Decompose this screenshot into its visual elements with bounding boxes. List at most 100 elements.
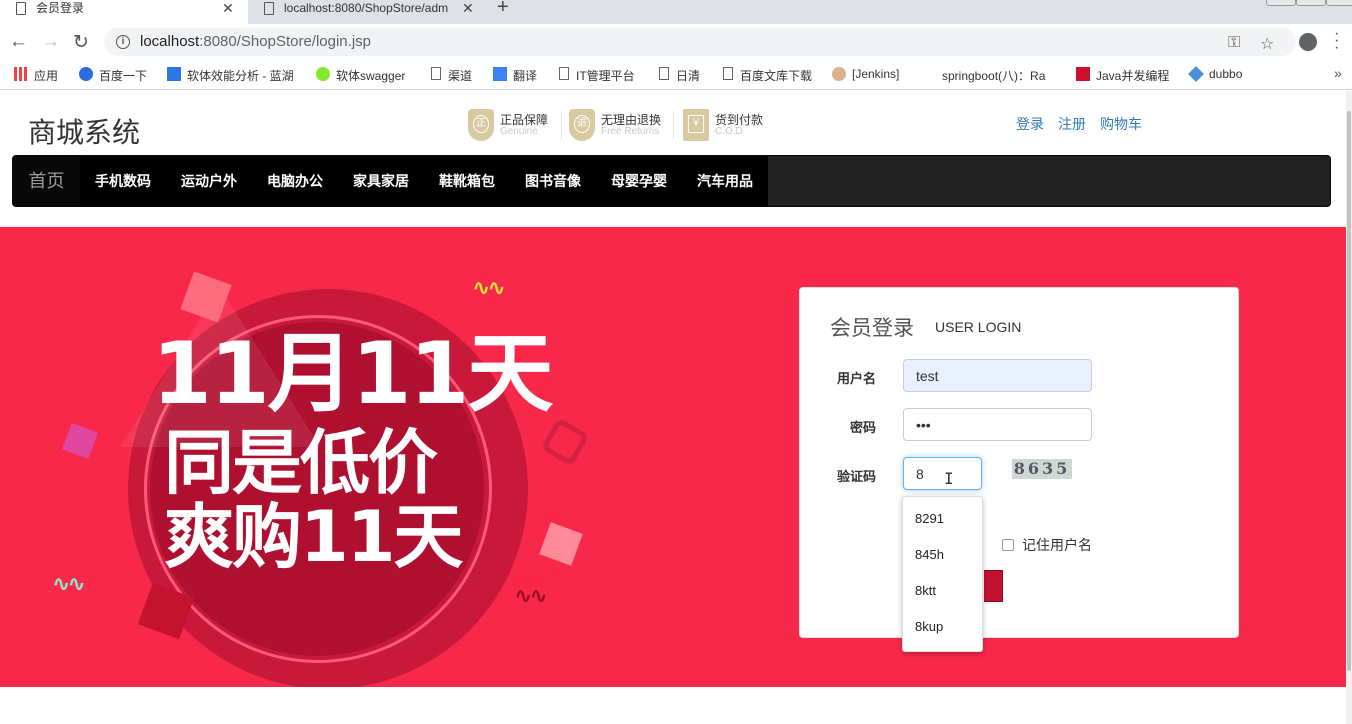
- bookmark-label: Java并发编程: [1096, 69, 1170, 83]
- zigzag-decor: ∿∿: [472, 275, 506, 300]
- page-icon: [723, 67, 733, 80]
- swagger-icon: [316, 67, 330, 81]
- maximize-button[interactable]: [1296, 0, 1326, 6]
- bookmark-label: [Jenkins]: [852, 67, 900, 81]
- close-icon[interactable]: ✕: [222, 0, 234, 17]
- browser-menu-icon[interactable]: · · ·: [1334, 26, 1339, 56]
- captcha-input[interactable]: [903, 457, 982, 490]
- site-logo[interactable]: 商城系统: [28, 111, 140, 151]
- remember-checkbox[interactable]: [1002, 539, 1014, 551]
- bookmark-java[interactable]: Java并发编程: [1076, 67, 1170, 84]
- page-scrollbar[interactable]: [1346, 91, 1352, 724]
- promo-banner: ∿∿ ∿∿ ∿∿ 11月11天 同是低价 爽购11天 会员登录 USER LOG…: [0, 227, 1346, 687]
- new-tab-icon[interactable]: +: [497, 0, 509, 19]
- address-bar[interactable]: i localhost:8080/ShopStore/login.jsp ⚿ ☆: [104, 28, 1296, 56]
- promo-line-3: 爽购11天: [164, 496, 463, 578]
- translate-icon: [493, 67, 507, 81]
- bookmark-translate[interactable]: 翻译: [493, 67, 538, 84]
- gift-glyph: ￥: [688, 115, 704, 133]
- back-arrow-icon[interactable]: ←: [9, 31, 28, 53]
- cart-link[interactable]: 购物车: [1100, 114, 1142, 134]
- page-icon: [431, 67, 441, 80]
- divider: [673, 111, 674, 139]
- apps-grid-icon: [14, 67, 28, 81]
- url-host: localhost: [140, 33, 200, 50]
- autocomplete-option[interactable]: 8kup: [915, 619, 943, 634]
- autocomplete-option[interactable]: 8ktt: [915, 583, 936, 598]
- bookmark-springboot[interactable]: springboot(八)：Ra: [942, 67, 1054, 84]
- bookmark-apps[interactable]: 应用: [14, 67, 58, 84]
- nav-item-office[interactable]: 电脑办公: [267, 156, 323, 206]
- captcha-image[interactable]: 8635: [1012, 459, 1072, 479]
- cube-shape: [539, 522, 583, 566]
- nav-item-baby[interactable]: 母婴孕婴: [611, 156, 667, 206]
- star-icon[interactable]: ☆: [1260, 34, 1274, 54]
- key-icon[interactable]: ⚿: [1228, 34, 1240, 52]
- shield-icon: 退: [569, 109, 595, 141]
- bookmark-jenkins[interactable]: [Jenkins]: [832, 67, 900, 81]
- profile-avatar-icon[interactable]: [1299, 33, 1317, 51]
- bookmark-label: 百度一下: [99, 69, 148, 83]
- bookmark-wenku[interactable]: 百度文库下载: [723, 67, 813, 84]
- promise-subtitle: Free Returns: [601, 126, 660, 137]
- captcha-label: 验证码: [836, 469, 876, 484]
- minimize-button[interactable]: [1266, 0, 1296, 6]
- csdn-icon: [1076, 67, 1090, 81]
- bookmark-dubbo[interactable]: dubbo: [1188, 66, 1243, 82]
- reload-icon[interactable]: ↻: [73, 31, 89, 54]
- login-title: 会员登录: [830, 317, 914, 340]
- divider: [561, 111, 562, 139]
- promise-subtitle: Genuine: [500, 126, 538, 137]
- login-link[interactable]: 登录: [1016, 114, 1044, 134]
- nav-item-books[interactable]: 图书音像: [525, 156, 581, 206]
- nav-item-furniture[interactable]: 家具家居: [353, 156, 409, 206]
- promo-line-2: 同是低价: [164, 422, 438, 504]
- bookmark-baidu[interactable]: 百度一下: [79, 67, 148, 84]
- window-close-button[interactable]: [1326, 0, 1352, 6]
- bookmark-swagger[interactable]: 软体swagger: [316, 67, 405, 84]
- bookmark-it-platform[interactable]: IT管理平台: [559, 67, 635, 84]
- lanhu-icon: [167, 67, 181, 81]
- nav-home[interactable]: 首页: [13, 156, 80, 206]
- promo-headline: 11月11天: [152, 324, 553, 424]
- nav-item-auto[interactable]: 汽车用品: [697, 156, 753, 206]
- cube-shape: [62, 423, 98, 459]
- text-cursor-icon: I: [944, 469, 954, 488]
- site-info-icon[interactable]: i: [116, 35, 130, 49]
- nav-categories: 手机数码 运动户外 电脑办公 家具家居 鞋靴箱包 图书音像 母婴孕婴 汽车用品: [80, 156, 768, 206]
- tab-member-login[interactable]: 会员登录 ✕: [0, 0, 248, 24]
- bookmark-label: dubbo: [1209, 67, 1243, 81]
- tab-admin[interactable]: localhost:8080/ShopStore/adm ✕: [248, 0, 484, 24]
- login-subtitle: USER LOGIN: [935, 319, 1022, 335]
- autocomplete-option[interactable]: 845h: [915, 547, 944, 562]
- page-icon: [559, 67, 569, 80]
- nav-item-outdoor[interactable]: 运动户外: [181, 156, 237, 206]
- bookmark-lanhu[interactable]: 软体效能分析 - 蓝湖: [167, 67, 294, 84]
- nav-item-shoes-bags[interactable]: 鞋靴箱包: [439, 156, 495, 206]
- shield-glyph: 正: [473, 115, 489, 133]
- bookmarks-overflow-icon[interactable]: »: [1334, 65, 1342, 81]
- hexagon-shape: [540, 417, 590, 467]
- category-navbar: 首页 手机数码 运动户外 电脑办公 家具家居 鞋靴箱包 图书音像 母婴孕婴 汽车…: [12, 155, 1331, 207]
- web-page: 商城系统 正 正品保障 Genuine 退 无理由退换 Free Returns…: [0, 91, 1346, 724]
- register-link[interactable]: 注册: [1058, 114, 1086, 134]
- login-submit-button[interactable]: [984, 570, 1003, 602]
- captcha-autocomplete-dropdown: 8291 845h 8ktt 8kup: [902, 496, 983, 652]
- username-input[interactable]: [903, 359, 1092, 392]
- forward-arrow-icon[interactable]: →: [41, 31, 60, 53]
- scrollbar-thumb[interactable]: [1347, 111, 1351, 671]
- nav-item-digital[interactable]: 手机数码: [95, 156, 151, 206]
- bookmark-label: 日清: [676, 69, 701, 83]
- bookmark-daily[interactable]: 日清: [659, 67, 701, 84]
- autocomplete-option[interactable]: 8291: [915, 511, 944, 526]
- bookmark-label: 百度文库下载: [740, 69, 813, 83]
- bookmark-channel[interactable]: 渠道: [431, 67, 472, 84]
- close-icon[interactable]: ✕: [462, 0, 474, 17]
- browser-tab-strip: 会员登录 ✕ localhost:8080/ShopStore/adm ✕ +: [0, 0, 1352, 24]
- password-input[interactable]: [903, 408, 1092, 441]
- jenkins-icon: [832, 67, 846, 81]
- remember-username[interactable]: 记住用户名: [1002, 535, 1092, 555]
- bookmark-label: IT管理平台: [576, 69, 635, 83]
- page-icon: [16, 2, 26, 15]
- bookmark-label: 翻译: [513, 69, 538, 83]
